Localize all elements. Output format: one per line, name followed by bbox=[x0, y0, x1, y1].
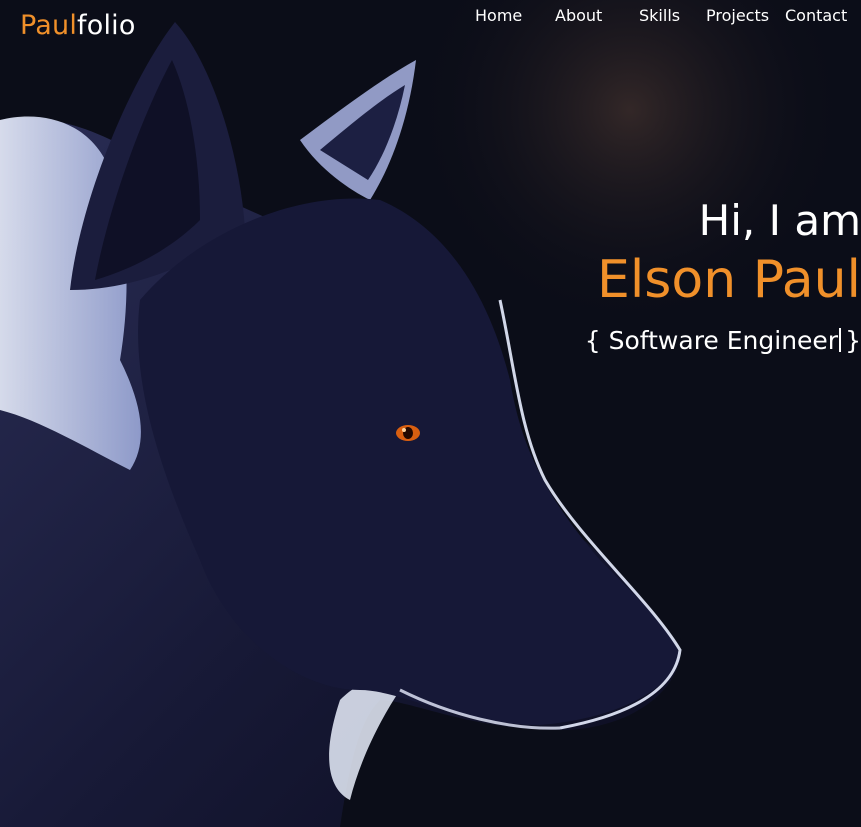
main-nav: Home About Skills Projects Contact bbox=[0, 6, 861, 28]
nav-home[interactable]: Home bbox=[475, 6, 522, 25]
role-text: Software Engineer bbox=[608, 326, 839, 355]
hero-greeting: Hi, I am bbox=[698, 196, 861, 245]
hero-background-image bbox=[0, 0, 861, 827]
nav-skills[interactable]: Skills bbox=[639, 6, 680, 25]
nav-about[interactable]: About bbox=[555, 6, 602, 25]
typing-cursor bbox=[839, 328, 842, 352]
role-close-brace: } bbox=[845, 326, 861, 355]
hero-role: { Software Engineer} bbox=[585, 326, 861, 355]
nav-contact[interactable]: Contact bbox=[785, 6, 847, 25]
nav-projects[interactable]: Projects bbox=[706, 6, 769, 25]
hero-name: Elson Paul bbox=[597, 250, 861, 310]
role-open-brace: { bbox=[584, 326, 601, 355]
